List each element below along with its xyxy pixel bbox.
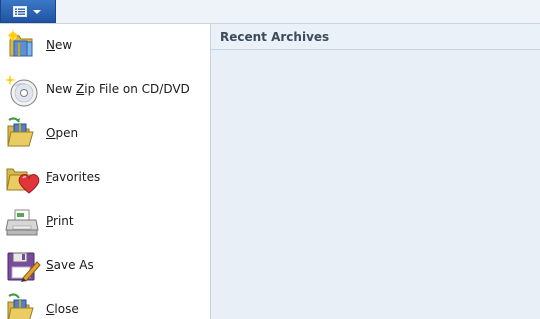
menu-item-label: Print (46, 214, 74, 228)
menu-item-label: Save As (46, 258, 94, 272)
new-archive-icon (7, 29, 33, 57)
title-strip (0, 0, 540, 24)
recent-archives-pane: Recent Archives (211, 24, 540, 319)
save-as-icon (7, 252, 41, 282)
menu-item-save-as[interactable]: Save As (0, 244, 210, 288)
recent-archives-header: Recent Archives (211, 24, 540, 50)
file-menu-pane: New New Zip File on CD/DVD Open Favorite… (0, 24, 211, 319)
menu-item-favorites[interactable]: Favorites (0, 156, 210, 200)
menu-item-label: Open (46, 126, 79, 140)
open-folder-icon (7, 117, 34, 147)
menu-item-label: New (46, 38, 73, 52)
close-folder-icon (7, 293, 34, 319)
menu-item-close[interactable]: Close (0, 288, 210, 319)
menu-item-label: Close (46, 302, 79, 316)
menu-list-icon (13, 6, 27, 17)
menu-item-new-zip-cd-dvd[interactable]: New Zip File on CD/DVD (0, 68, 210, 112)
chevron-down-icon (33, 10, 41, 14)
menu-item-label: New Zip File on CD/DVD (46, 82, 190, 96)
menu-item-print[interactable]: Print (0, 200, 210, 244)
application-menu-button[interactable] (0, 0, 56, 23)
recent-archives-title: Recent Archives (220, 30, 330, 44)
cd-dvd-icon (5, 74, 38, 107)
menu-item-new[interactable]: New (0, 24, 210, 68)
menu-item-open[interactable]: Open (0, 112, 210, 156)
menu-item-label: Favorites (46, 170, 101, 184)
favorites-heart-icon (6, 168, 40, 194)
printer-icon (5, 209, 39, 236)
